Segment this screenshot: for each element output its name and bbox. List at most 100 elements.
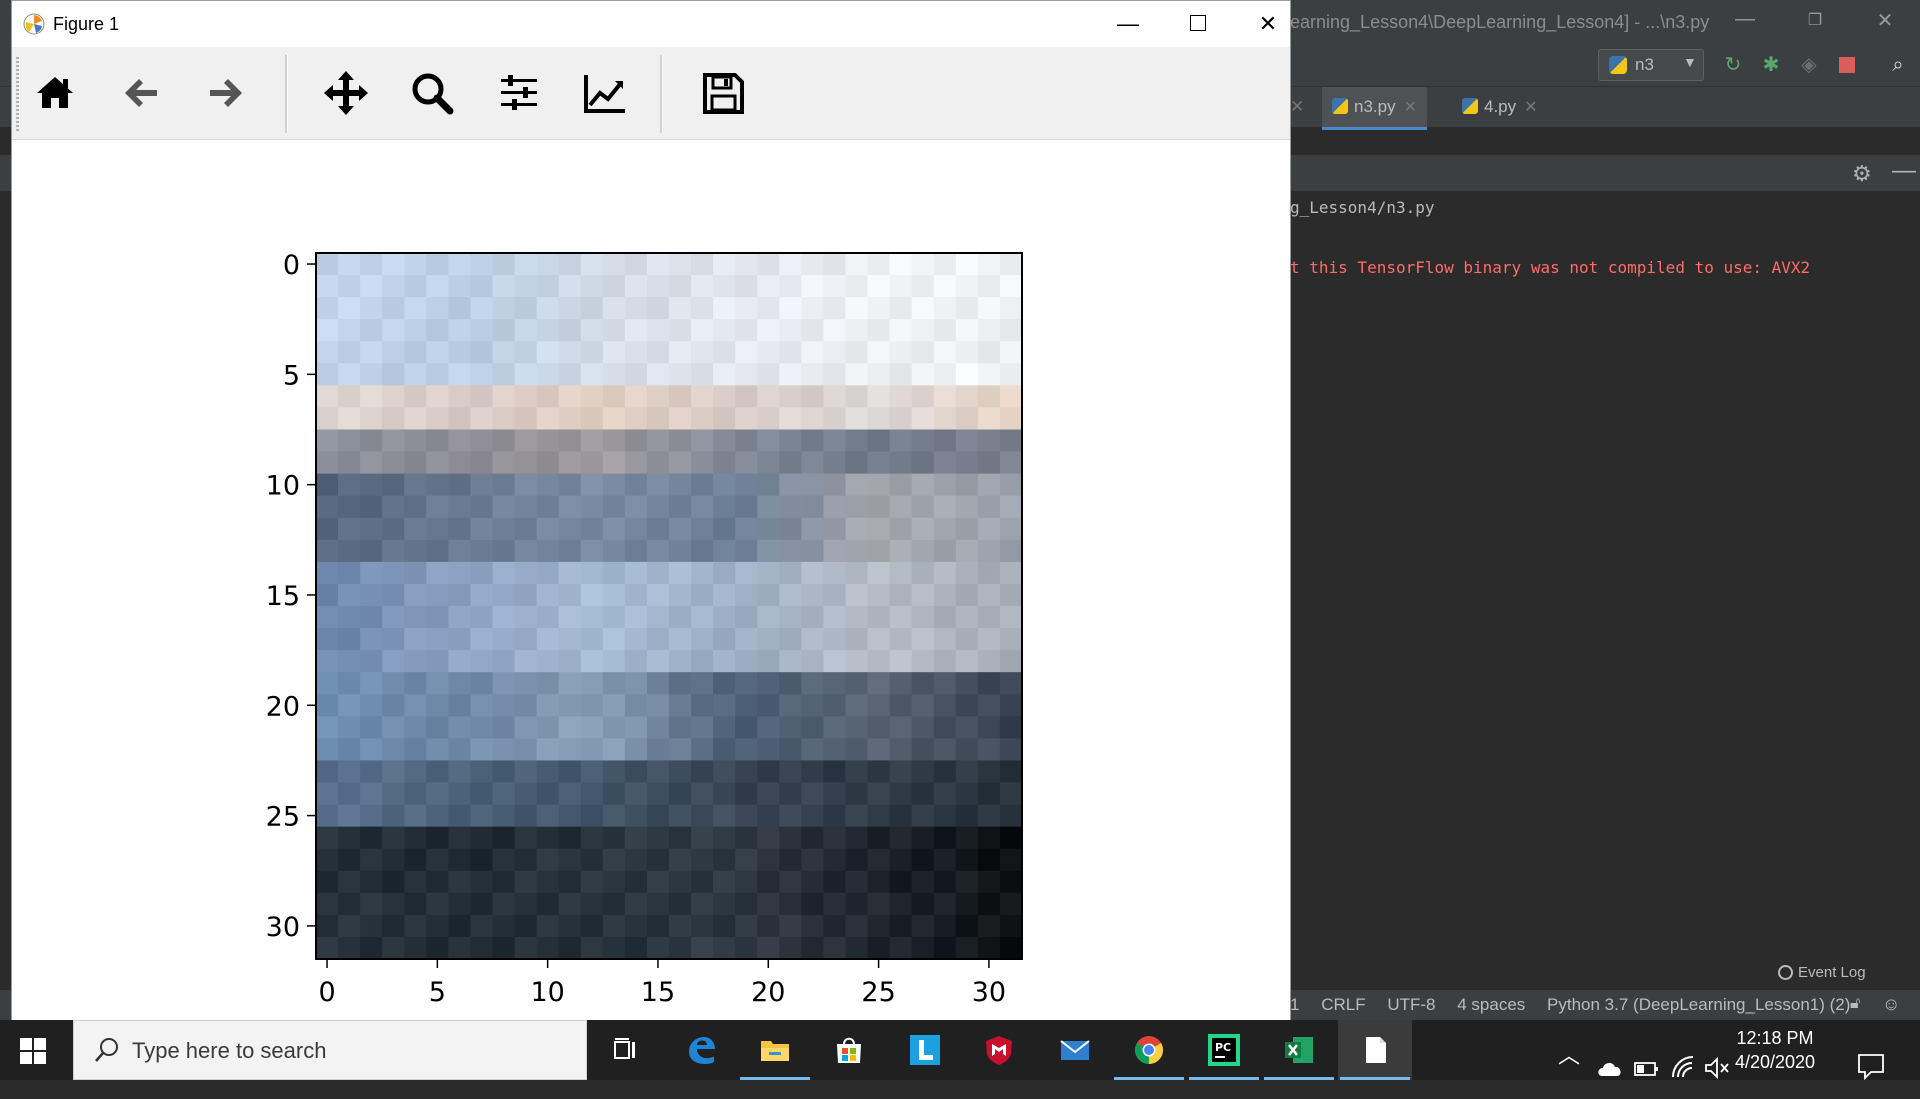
status-indent[interactable]: 4 spaces (1457, 995, 1525, 1014)
ide-minimize-button[interactable]: — (1730, 8, 1760, 31)
taskbar-chrome[interactable] (1112, 1020, 1186, 1080)
pixel-cell (889, 606, 913, 629)
pixel-cell (404, 341, 427, 364)
pan-move-icon[interactable] (322, 69, 370, 117)
pixel-cell (624, 275, 648, 298)
lock-icon[interactable]: 🔓︎ (1850, 995, 1860, 1013)
pixel-cell (779, 517, 802, 541)
status-interpreter[interactable]: Python 3.7 (DeepLearning_Lesson1) (2) (1547, 995, 1850, 1014)
status-line-col[interactable]: 1 (1290, 995, 1299, 1014)
pixel-cell (867, 363, 891, 386)
tray-overflow-icon[interactable]: ︿ (1558, 1038, 1580, 1098)
debug-bug-icon[interactable]: ✱ (1760, 54, 1782, 76)
pixel-cell (360, 539, 383, 563)
event-log-button[interactable]: Event Log (1778, 964, 1866, 981)
pixel-cell (977, 606, 1001, 629)
taskbar-search-box[interactable]: Type here to search (73, 1020, 587, 1080)
pixel-cell (360, 848, 383, 872)
notification-icon[interactable] (1856, 1036, 1886, 1096)
pixel-cell (977, 407, 1001, 431)
pixel-cell (602, 253, 626, 276)
taskbar-mail[interactable] (1038, 1020, 1112, 1080)
home-icon[interactable] (31, 69, 79, 117)
minimize-button[interactable]: — (1108, 11, 1148, 37)
pixel-cell (955, 517, 979, 541)
close-icon[interactable]: ✕ (1404, 99, 1417, 116)
pixel-cell (360, 694, 383, 717)
edit-axes-icon[interactable] (581, 69, 629, 117)
pixel-cell (757, 826, 780, 850)
battery-icon[interactable] (1634, 1039, 1660, 1099)
back-arrow-icon[interactable] (117, 69, 165, 117)
pixel-cell (602, 451, 626, 475)
maximize-button[interactable] (1178, 11, 1218, 37)
hide-panel-icon[interactable]: — (1892, 157, 1916, 185)
pixel-cell (801, 870, 825, 894)
pixel-cell (624, 407, 648, 431)
close-icon[interactable]: ✕ (1524, 99, 1537, 116)
ide-restore-button[interactable]: ❐ (1800, 10, 1830, 30)
tab-n3[interactable]: n3.py ✕ (1322, 87, 1427, 130)
windows-start-icon[interactable] (20, 1038, 46, 1064)
pixel-cell (558, 561, 582, 585)
pixel-cell (999, 650, 1023, 673)
pixel-cell (933, 892, 957, 916)
forward-arrow-icon[interactable] (202, 69, 250, 117)
run-config-select[interactable]: n3 ▼ (1598, 49, 1704, 81)
rerun-icon[interactable]: ↻ (1722, 54, 1744, 76)
pixel-cell (801, 628, 825, 651)
gear-icon[interactable]: ⚙ (1852, 161, 1872, 187)
taskbar-l-app[interactable] (888, 1020, 962, 1080)
pixel-cell (448, 738, 472, 762)
save-floppy-icon[interactable] (699, 69, 747, 117)
pixel-cell (779, 341, 802, 364)
taskbar-excel[interactable] (1262, 1020, 1336, 1080)
inspector-icon[interactable]: ☺ (1882, 994, 1900, 1015)
taskbar-edge[interactable] (664, 1020, 738, 1080)
taskbar-store[interactable] (812, 1020, 886, 1080)
configure-subplots-icon[interactable] (495, 69, 543, 117)
pixel-cell (911, 539, 935, 563)
pixel-cell (823, 694, 847, 717)
pixel-cell (338, 539, 361, 563)
pixel-cell (801, 848, 825, 872)
pixel-cell (382, 826, 405, 850)
taskbar-clock[interactable]: 12:18 PM 4/20/2020 (1720, 1026, 1830, 1074)
coverage-shield-icon[interactable]: ◈ (1798, 54, 1820, 76)
pixel-cell (470, 429, 494, 453)
status-line-separator[interactable]: CRLF (1321, 995, 1365, 1014)
tab-close-icon[interactable]: ✕ (1290, 87, 1304, 127)
pixel-cell (646, 782, 670, 806)
zoom-magnifier-icon[interactable] (408, 69, 456, 117)
pixel-cell (801, 650, 825, 673)
pixel-cell (602, 650, 626, 673)
pixel-cell (580, 297, 604, 320)
tab-4[interactable]: 4.py ✕ (1452, 87, 1548, 127)
pixel-cell (735, 760, 758, 784)
wifi-icon[interactable] (1670, 1037, 1696, 1097)
taskbar-pycharm[interactable]: PC (1187, 1020, 1261, 1080)
taskbar-mcafee[interactable] (962, 1020, 1036, 1080)
close-button[interactable]: ✕ (1248, 11, 1288, 37)
taskbar-notepad[interactable] (1338, 1020, 1412, 1080)
pixel-cell (404, 429, 427, 453)
taskbar-file-explorer[interactable] (738, 1020, 812, 1080)
onedrive-icon[interactable] (1596, 1038, 1624, 1098)
pixel-cell (536, 583, 560, 607)
pixel-cell (602, 870, 626, 894)
pixel-cell (801, 606, 825, 629)
task-view-button[interactable] (588, 1020, 662, 1080)
search-icon[interactable]: ⌕ (1887, 54, 1909, 76)
pixel-cell (845, 848, 869, 872)
pixel-cell (448, 297, 472, 320)
pixel-cell (360, 870, 383, 894)
pixel-cell (382, 429, 405, 453)
stop-icon[interactable] (1836, 54, 1858, 76)
figure-canvas[interactable]: 0 5 10 15 20 25 30 0 5 10 15 20 25 30 (12, 140, 1290, 1020)
ide-close-button[interactable]: ✕ (1870, 8, 1900, 33)
pixel-cell (624, 760, 648, 784)
pixel-cell (801, 738, 825, 762)
pixel-cell (646, 341, 670, 364)
status-encoding[interactable]: UTF-8 (1387, 995, 1435, 1014)
pixel-cell (933, 650, 957, 673)
